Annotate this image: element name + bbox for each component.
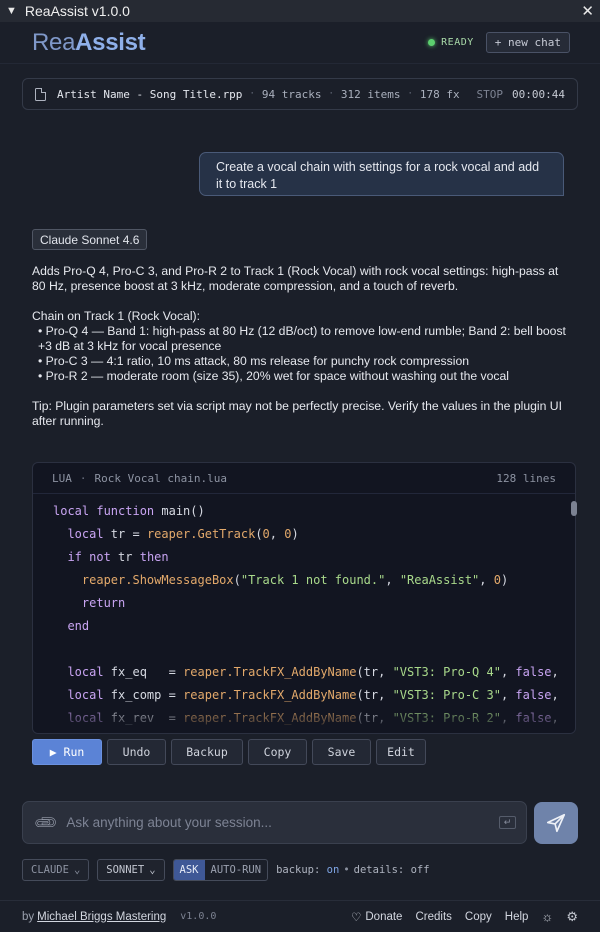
version-label: v1.0.0 xyxy=(180,911,217,922)
status-indicator: READY xyxy=(428,37,474,48)
credits-link[interactable]: Credits xyxy=(415,911,451,923)
footer: by Michael Briggs Mastering v1.0.0 ♡ Dona… xyxy=(0,900,600,932)
donate-link[interactable]: ♡ Donate xyxy=(351,910,402,924)
backup-button[interactable]: Backup xyxy=(171,739,243,765)
author-link[interactable]: Michael Briggs Mastering xyxy=(37,911,166,923)
status-dot-icon xyxy=(428,39,436,46)
chat-input-box: 📎︎ ↵ xyxy=(22,801,527,844)
edit-button[interactable]: Edit xyxy=(376,739,426,765)
code-content: local function main() local tr = reaper.… xyxy=(53,504,559,725)
fx-count: 178 fx xyxy=(419,87,460,101)
details-flag[interactable]: off xyxy=(411,864,430,876)
response-summary: Adds Pro-Q 4, Pro-C 3, and Pro-R 2 to Tr… xyxy=(32,264,559,293)
code-actions: ▶ Run Undo Backup Copy Save Edit xyxy=(32,739,426,765)
new-chat-button[interactable]: + new chat xyxy=(485,32,570,53)
save-button[interactable]: Save xyxy=(312,739,371,765)
track-count: 94 tracks xyxy=(261,87,322,101)
enter-key-icon: ↵ xyxy=(499,816,516,829)
chevron-down-icon: ⌄ xyxy=(73,864,81,876)
chain-item-proc: • Pro-C 3 — 4:1 ratio, 10 ms attack, 80 … xyxy=(38,354,470,368)
heart-icon: ♡ xyxy=(351,911,362,924)
collapse-triangle-icon[interactable]: ▼ xyxy=(6,5,17,17)
project-filename: Artist Name - Song Title.rpp xyxy=(57,87,243,101)
provider-select[interactable]: CLAUDE ⌄ xyxy=(22,859,90,881)
code-language: LUA xyxy=(52,471,72,485)
response-tip: Tip: Plugin parameters set via script ma… xyxy=(32,399,562,428)
help-link[interactable]: Help xyxy=(505,911,529,923)
chain-item-pror: • Pro-R 2 — moderate room (size 35), 20%… xyxy=(38,369,509,383)
run-button[interactable]: ▶ Run xyxy=(32,739,102,765)
mode-ask-option[interactable]: ASK xyxy=(173,860,205,880)
assistant-response: Adds Pro-Q 4, Pro-C 3, and Pro-R 2 to Tr… xyxy=(32,264,572,444)
session-info-bar: Artist Name - Song Title.rpp · 94 tracks… xyxy=(22,78,578,110)
code-filename: Rock Vocal chain.lua xyxy=(94,471,227,485)
send-icon xyxy=(546,813,566,833)
chat-input[interactable] xyxy=(66,815,499,830)
mode-toggle: ASK AUTO-RUN xyxy=(172,859,269,881)
transport-state: STOP xyxy=(476,87,504,101)
theme-sun-icon[interactable]: ☼ xyxy=(541,909,553,924)
code-block[interactable]: LUA · Rock Vocal chain.lua 128 lines loc… xyxy=(32,462,576,734)
item-count: 312 items xyxy=(340,87,401,101)
code-header: LUA · Rock Vocal chain.lua 128 lines xyxy=(33,463,575,494)
app-logo: ReaAssist xyxy=(32,28,146,56)
transport-time: 00:00:44 xyxy=(512,87,565,101)
controls-row: CLAUDE ⌄ SONNET ⌄ ASK AUTO-RUN backup: on •… xyxy=(22,859,430,881)
gear-icon[interactable]: ⚙ xyxy=(566,909,578,925)
copy-link[interactable]: Copy xyxy=(465,911,492,923)
app-header: ReaAssist READY + new chat xyxy=(0,22,600,64)
undo-button[interactable]: Undo xyxy=(107,739,166,765)
mode-autorun-option[interactable]: AUTO-RUN xyxy=(205,860,268,880)
chain-item-proq: • Pro-Q 4 — Band 1: high-pass at 80 Hz (… xyxy=(38,324,566,353)
code-line-count: 128 lines xyxy=(496,471,556,485)
backup-flag[interactable]: on xyxy=(327,864,340,876)
user-message-bubble: Create a vocal chain with settings for a… xyxy=(199,152,564,196)
model-badge: Claude Sonnet 4.6 xyxy=(32,229,148,250)
settings-flags: backup: on • details: off xyxy=(276,864,430,876)
copy-button[interactable]: Copy xyxy=(248,739,307,765)
attach-icon[interactable]: 📎︎ xyxy=(32,808,61,837)
chevron-down-icon: ⌄ xyxy=(149,864,156,876)
window-title: ReaAssist v1.0.0 xyxy=(24,3,130,19)
send-button[interactable] xyxy=(534,802,578,844)
model-select[interactable]: SONNET ⌄ xyxy=(97,859,165,881)
file-icon xyxy=(35,87,46,101)
code-scrollbar[interactable] xyxy=(571,501,577,516)
status-text: READY xyxy=(441,37,474,48)
chain-title: Chain on Track 1 (Rock Vocal): xyxy=(32,309,200,323)
window-titlebar: ▼ ReaAssist v1.0.0 ✕ xyxy=(0,0,600,22)
close-icon[interactable]: ✕ xyxy=(581,2,594,20)
